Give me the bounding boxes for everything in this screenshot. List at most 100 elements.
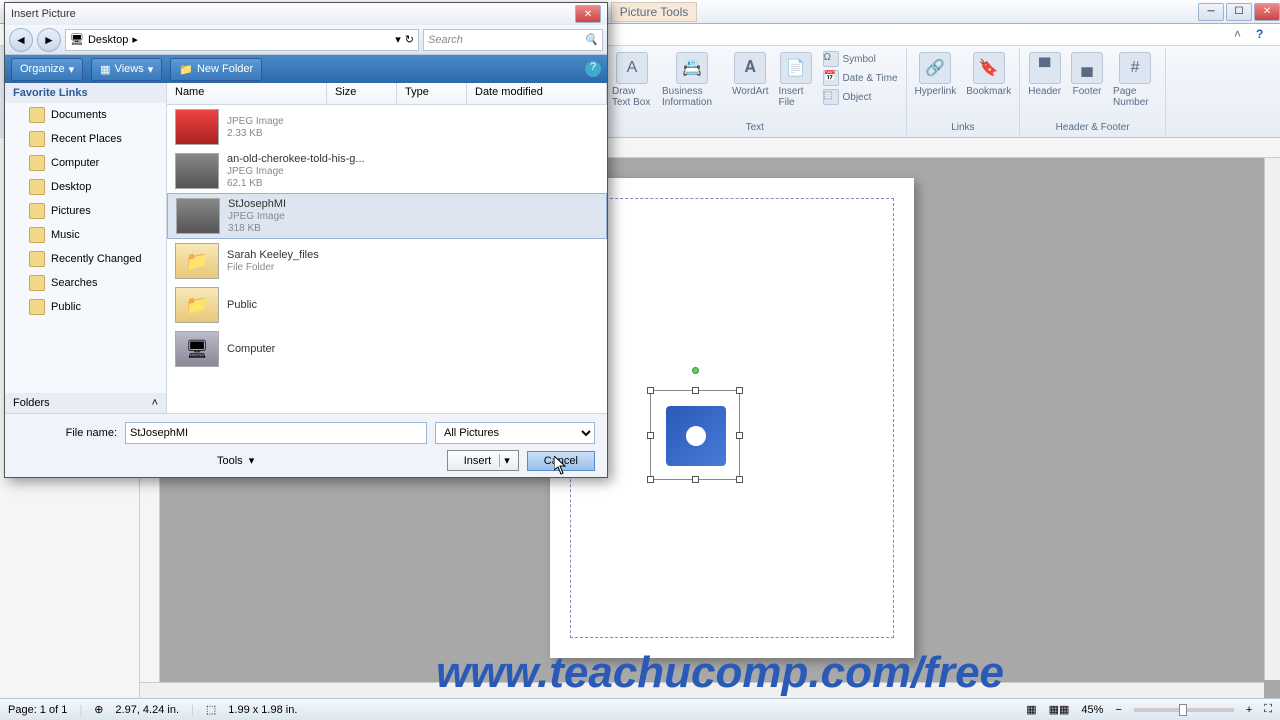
header-button[interactable]: ▀Header [1024,50,1065,110]
draw-text-box-button[interactable]: ADraw Text Box [608,50,656,110]
nav-documents[interactable]: Documents [5,103,166,127]
insert-split-arrow[interactable]: ▾ [499,454,514,467]
status-position-icon: ⊕ [94,703,103,716]
views-button[interactable]: ▦ Views ▾ [91,58,162,81]
context-tab-label: Picture Tools [611,2,697,22]
page-number-button[interactable]: #Page Number [1109,50,1161,110]
cancel-button[interactable]: Cancel [527,451,595,471]
file-name: Public [227,299,257,311]
resize-handle-ne[interactable] [736,387,743,394]
nav-recent-places[interactable]: Recent Places [5,127,166,151]
file-size: 318 KB [228,223,286,234]
breadcrumb[interactable]: 🖥 Desktop ▸ ▾ ↻ [65,29,419,51]
file-filter-select[interactable]: All Pictures [435,422,595,444]
view-single-page-icon[interactable]: ▦ [1026,703,1036,716]
new-folder-button[interactable]: 📁 New Folder [170,58,262,81]
resize-handle-s[interactable] [692,476,699,483]
zoom-level[interactable]: 45% [1081,704,1103,716]
minimize-ribbon-icon[interactable]: ˄ [1234,27,1250,43]
breadcrumb-refresh-icon[interactable]: ↻ [405,33,414,46]
file-row-3[interactable]: 📁Sarah Keeley_filesFile Folder [167,239,607,283]
search-icon[interactable]: 🔍 [584,33,598,46]
file-thumbnail [176,198,220,234]
business-info-button[interactable]: 📇Business Information [658,50,726,110]
vertical-scrollbar[interactable] [1264,158,1280,680]
nav-forward-button[interactable]: ► [37,28,61,52]
file-thumbnail [175,109,219,145]
file-row-0[interactable]: JPEG Image2.33 KB [167,105,607,149]
status-page: Page: 1 of 1 [8,704,67,716]
close-button[interactable]: ✕ [1254,3,1280,21]
nav-searches[interactable]: Searches [5,271,166,295]
wordart-button[interactable]: 𝐀WordArt [728,50,773,110]
symbol-button[interactable]: ΩSymbol [819,50,902,68]
status-size: 1.99 x 1.98 in. [228,704,297,716]
insert-button[interactable]: Insert▾ [447,450,519,471]
hyperlink-button[interactable]: 🔗Hyperlink [911,50,961,99]
status-size-icon: ⬚ [206,703,216,716]
links-group-label: Links [911,120,1016,133]
breadcrumb-chevron-icon[interactable]: ▸ [132,33,138,46]
resize-handle-se[interactable] [736,476,743,483]
nav-back-button[interactable]: ◄ [9,28,33,52]
maximize-button[interactable]: ☐ [1226,3,1252,21]
breadcrumb-location[interactable]: Desktop [88,34,128,46]
rotation-handle[interactable] [692,367,699,374]
zoom-in-button[interactable]: + [1246,704,1252,716]
chevron-up-icon: ˄ [152,397,158,409]
nav-pictures[interactable]: Pictures [5,199,166,223]
zoom-slider[interactable] [1134,708,1234,712]
file-size: 62.1 KB [227,178,365,189]
tools-dropdown[interactable]: Tools ▾ [17,454,254,467]
view-two-page-icon[interactable]: ▦▦ [1049,703,1070,716]
resize-handle-e[interactable] [736,432,743,439]
zoom-out-button[interactable]: − [1115,704,1121,716]
placeholder-image-icon [666,406,726,466]
insert-file-button[interactable]: 📄Insert File [775,50,817,110]
filename-input[interactable] [125,422,427,444]
file-name: an-old-cherokee-told-his-g... [227,153,365,165]
nav-public[interactable]: Public [5,295,166,319]
breadcrumb-dropdown-icon[interactable]: ▾ [395,33,401,46]
organize-button[interactable]: Organize ▾ [11,58,83,81]
object-button[interactable]: ⬚Object [819,88,902,106]
col-name[interactable]: Name [167,83,327,104]
header-footer-group-label: Header & Footer [1024,120,1161,133]
col-modified[interactable]: Date modified [467,83,607,104]
file-row-1[interactable]: an-old-cherokee-told-his-g...JPEG Image6… [167,149,607,193]
col-type[interactable]: Type [397,83,467,104]
filename-label: File name: [17,427,117,439]
resize-handle-w[interactable] [647,432,654,439]
zoom-fit-button[interactable]: ⛶ [1264,703,1272,716]
bookmark-button[interactable]: 🔖Bookmark [962,50,1015,99]
horizontal-scrollbar[interactable] [140,682,1264,698]
file-row-2[interactable]: StJosephMIJPEG Image318 KB [167,193,607,239]
resize-handle-nw[interactable] [647,387,654,394]
nav-music[interactable]: Music [5,223,166,247]
text-group-label: Text [608,120,902,133]
folders-expander[interactable]: Folders˄ [5,393,166,413]
file-name: Computer [227,343,275,355]
breadcrumb-desktop-icon[interactable]: 🖥 [70,33,84,46]
resize-handle-sw[interactable] [647,476,654,483]
minimize-button[interactable]: ─ [1198,3,1224,21]
selected-picture-placeholder[interactable] [650,390,740,480]
dialog-help-icon[interactable]: ? [585,61,601,77]
help-icon[interactable]: ? [1256,27,1272,43]
file-thumbnail: 📁 [175,287,219,323]
nav-desktop[interactable]: Desktop [5,175,166,199]
datetime-button[interactable]: 📅Date & Time [819,69,902,87]
file-list-header[interactable]: Name Size Type Date modified [167,83,607,105]
file-thumbnail: 📁 [175,243,219,279]
dialog-close-button[interactable]: ✕ [575,5,601,23]
file-row-5[interactable]: 🖥Computer [167,327,607,371]
nav-computer[interactable]: Computer [5,151,166,175]
footer-button[interactable]: ▄Footer [1067,50,1107,110]
resize-handle-n[interactable] [692,387,699,394]
file-row-4[interactable]: 📁 Public [167,283,607,327]
nav-recently-changed[interactable]: Recently Changed [5,247,166,271]
search-input[interactable]: Search 🔍 [423,29,603,51]
file-type: JPEG Image [227,166,365,177]
col-size[interactable]: Size [327,83,397,104]
file-name: StJosephMI [228,198,286,210]
